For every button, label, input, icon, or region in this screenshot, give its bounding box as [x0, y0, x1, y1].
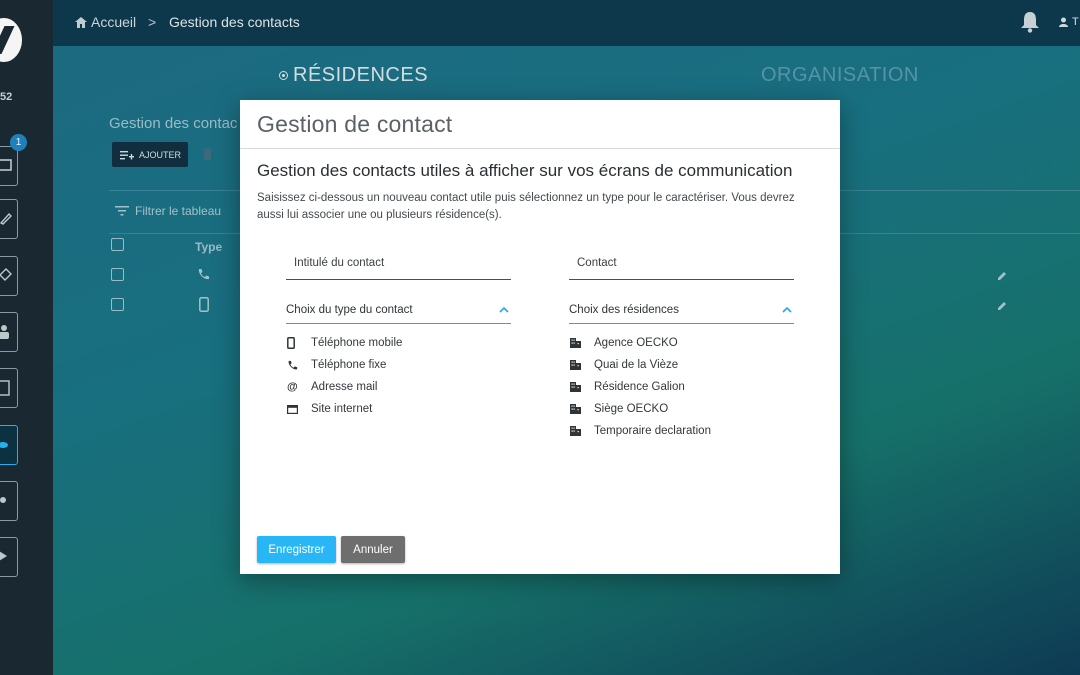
phone-icon — [287, 360, 311, 371]
dialog-title: Gestion de contact — [257, 111, 453, 137]
residence-option-label: Siège OECKO — [594, 403, 669, 415]
web-icon — [287, 404, 311, 414]
contact-title-field[interactable]: Intitulé du contact — [286, 250, 511, 280]
contact-dialog: Gestion de contact Gestion des contacts … — [240, 100, 840, 574]
residence-option[interactable]: Résidence Galion — [570, 381, 685, 393]
residence-select-label: Choix des résidences — [569, 304, 679, 316]
type-option-label: Adresse mail — [311, 381, 378, 393]
type-option-website[interactable]: Site internet — [287, 403, 372, 415]
residence-option[interactable]: Quai de la Vièze — [570, 359, 678, 371]
type-option-label: Téléphone fixe — [311, 359, 387, 371]
type-option-label: Téléphone mobile — [311, 337, 403, 349]
chevron-up-icon — [499, 306, 509, 313]
contact-type-select-label: Choix du type du contact — [286, 304, 413, 316]
residence-option-label: Résidence Galion — [594, 381, 685, 393]
residence-option-label: Temporaire declaration — [594, 425, 711, 437]
contact-value-label: Contact — [577, 257, 617, 269]
residence-option[interactable]: Temporaire declaration — [570, 425, 711, 437]
contact-value-field[interactable]: Contact — [569, 250, 794, 280]
building-icon — [570, 360, 594, 370]
cancel-button[interactable]: Annuler — [341, 536, 405, 563]
mobile-phone-icon — [287, 337, 311, 349]
type-option-email[interactable]: @ Adresse mail — [287, 381, 377, 393]
at-icon: @ — [287, 381, 298, 393]
residence-option[interactable]: Siège OECKO — [570, 403, 668, 415]
type-option-label: Site internet — [311, 403, 373, 415]
building-icon — [570, 404, 594, 414]
contact-title-label: Intitulé du contact — [294, 257, 385, 269]
building-icon — [570, 382, 594, 392]
dialog-header: Gestion de contact — [240, 100, 840, 149]
residence-option-label: Agence OECKO — [594, 337, 678, 349]
save-button[interactable]: Enregistrer — [257, 536, 336, 563]
residence-select[interactable]: Choix des résidences — [569, 299, 794, 324]
type-option-landline[interactable]: Téléphone fixe — [287, 359, 386, 371]
building-icon — [570, 426, 594, 436]
residence-option-label: Quai de la Vièze — [594, 359, 679, 371]
residence-option[interactable]: Agence OECKO — [570, 337, 678, 349]
building-icon — [570, 338, 594, 348]
contact-type-select[interactable]: Choix du type du contact — [286, 299, 511, 324]
chevron-up-icon — [782, 306, 792, 313]
dialog-description: Saisissez ci-dessous un nouveau contact … — [257, 192, 795, 221]
dialog-subtitle: Gestion des contacts utiles à afficher s… — [257, 161, 793, 180]
type-option-mobile[interactable]: Téléphone mobile — [287, 337, 402, 349]
